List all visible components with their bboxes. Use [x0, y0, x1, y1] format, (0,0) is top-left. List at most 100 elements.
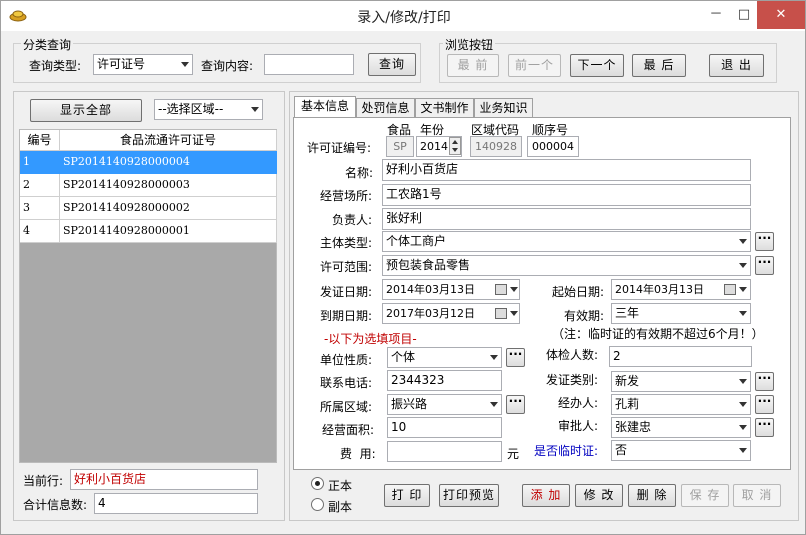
area-field[interactable]: 10 [387, 417, 502, 438]
approver-value: 张建忠 [615, 420, 652, 434]
close-icon[interactable]: ✕ [757, 1, 805, 29]
phone-field[interactable]: 2344323 [387, 370, 502, 391]
table-row[interactable]: SP2014140928000004 [60, 151, 277, 174]
spinner-icon[interactable] [449, 137, 461, 155]
valid-period-select[interactable]: 三年 [611, 303, 751, 324]
year-value: 2014 [420, 140, 448, 153]
current-row-field[interactable]: 好利小百货店 [70, 469, 258, 490]
cert-type-more-button[interactable]: ··· [755, 372, 774, 391]
last-record-button[interactable]: 最 后 [632, 54, 686, 77]
delete-button[interactable]: 删 除 [628, 484, 676, 507]
chevron-down-icon [739, 402, 747, 407]
show-all-button[interactable]: 显示全部 [30, 99, 142, 122]
calendar-icon[interactable] [724, 284, 736, 295]
table-row[interactable]: 4 [20, 220, 60, 243]
maximize-icon[interactable]: □ [731, 1, 757, 29]
license-number-label: 许可证编号: [307, 141, 372, 155]
name-field[interactable]: 好利小百货店 [382, 159, 751, 181]
tab-document[interactable]: 文书制作 [415, 98, 474, 118]
query-type-value: 许可证号 [97, 57, 146, 71]
handler-select[interactable]: 孔莉 [611, 394, 751, 415]
region-code-field[interactable]: 140928 [470, 136, 522, 157]
name-label: 名称: [345, 166, 374, 180]
grid-header-number[interactable]: 编号 [20, 130, 60, 151]
owner-field[interactable]: 张好利 [382, 208, 751, 230]
subject-type-select[interactable]: 个体工商户 [382, 231, 751, 252]
first-record-button[interactable]: 最 前 [447, 54, 499, 77]
table-row[interactable]: SP2014140928000003 [60, 174, 277, 197]
original-radio[interactable] [311, 477, 324, 490]
save-button[interactable]: 保 存 [681, 484, 729, 507]
subject-type-more-button[interactable]: ··· [755, 232, 774, 251]
start-date-value: 2014年03月13日 [615, 283, 704, 296]
unit-type-select[interactable]: 个体 [387, 347, 502, 368]
calendar-icon[interactable] [495, 284, 507, 295]
issue-date-picker[interactable]: 2014年03月13日 [382, 279, 520, 300]
chevron-down-icon[interactable] [510, 311, 518, 316]
approver-more-button[interactable]: ··· [755, 418, 774, 437]
modify-button[interactable]: 修 改 [575, 484, 623, 507]
table-row[interactable]: SP2014140928000001 [60, 220, 277, 243]
table-row[interactable]: 1 [20, 151, 60, 174]
scope-more-button[interactable]: ··· [755, 256, 774, 275]
table-row[interactable]: SP2014140928000002 [60, 197, 277, 220]
subject-type-label: 主体类型: [320, 236, 373, 250]
cert-type-value: 新发 [615, 374, 640, 388]
cert-type-select[interactable]: 新发 [611, 371, 751, 392]
chevron-down-icon[interactable] [510, 287, 518, 292]
total-count-field[interactable]: 4 [94, 493, 258, 514]
expire-date-picker[interactable]: 2017年03月12日 [382, 303, 520, 324]
original-label: 正本 [328, 479, 353, 493]
expire-date-value: 2017年03月12日 [386, 307, 475, 320]
handler-value: 孔莉 [615, 397, 640, 411]
chevron-down-icon[interactable] [739, 287, 747, 292]
start-date-picker[interactable]: 2014年03月13日 [611, 279, 751, 300]
table-row[interactable]: 2 [20, 174, 60, 197]
start-date-label: 起始日期: [552, 285, 605, 299]
scope-select[interactable]: 预包装食品零售 [382, 255, 751, 276]
year-spinner[interactable]: 2014 [416, 136, 462, 157]
query-button[interactable]: 查询 [368, 53, 416, 76]
chevron-down-icon [739, 311, 747, 316]
place-label: 经营场所: [320, 189, 373, 203]
exam-count-field[interactable]: 2 [609, 346, 752, 367]
phone-label: 联系电话: [320, 376, 373, 390]
title-bar: 录入/修改/打印 － □ ✕ [1, 1, 805, 31]
food-code-field[interactable]: SP [386, 136, 414, 157]
print-preview-button[interactable]: 打印预览 [439, 484, 499, 507]
handler-more-button[interactable]: ··· [755, 395, 774, 414]
region-select[interactable]: --选择区域-- [154, 99, 263, 120]
prev-record-button[interactable]: 前一个 [508, 54, 561, 77]
tab-basic-info[interactable]: 基本信息 [294, 96, 356, 118]
table-row[interactable]: 3 [20, 197, 60, 220]
fee-field[interactable] [387, 441, 502, 462]
query-content-input[interactable] [264, 54, 354, 75]
next-record-button[interactable]: 下一个 [570, 54, 624, 77]
area-region-select[interactable]: 振兴路 [387, 394, 502, 415]
copy-label: 副本 [328, 500, 353, 514]
tab-penalty-info[interactable]: 处罚信息 [356, 98, 415, 118]
grid-header-license[interactable]: 食品流通许可证号 [60, 130, 277, 151]
query-type-select[interactable]: 许可证号 [93, 54, 193, 75]
sequence-field[interactable]: 000004 [527, 136, 579, 157]
license-grid: 编号 食品流通许可证号 1 SP2014140928000004 2 SP201… [19, 129, 277, 463]
temp-license-select[interactable]: 否 [611, 440, 751, 461]
print-button[interactable]: 打 印 [384, 484, 430, 507]
copy-radio[interactable] [311, 498, 324, 511]
area-region-more-button[interactable]: ··· [506, 395, 525, 414]
main-window: 录入/修改/打印 － □ ✕ 分类查询 查询类型: 许可证号 查询内容: 查询 … [0, 0, 806, 535]
exit-button[interactable]: 退 出 [709, 54, 764, 77]
minimize-icon[interactable]: － [701, 1, 731, 29]
temp-license-value: 否 [615, 443, 628, 457]
expire-date-label: 到期日期: [320, 309, 373, 323]
cancel-button[interactable]: 取 消 [733, 484, 781, 507]
unit-type-more-button[interactable]: ··· [506, 348, 525, 367]
tab-knowledge[interactable]: 业务知识 [474, 98, 533, 118]
temp-note: （注：临时证的有效期不超过6个月！） [552, 327, 764, 341]
browse-title: 浏览按钮 [443, 36, 496, 53]
add-button[interactable]: 添 加 [522, 484, 570, 507]
calendar-icon[interactable] [495, 308, 507, 319]
approver-select[interactable]: 张建忠 [611, 417, 751, 438]
place-field[interactable]: 工农路1号 [382, 184, 751, 206]
current-row-label: 当前行: [23, 474, 64, 488]
